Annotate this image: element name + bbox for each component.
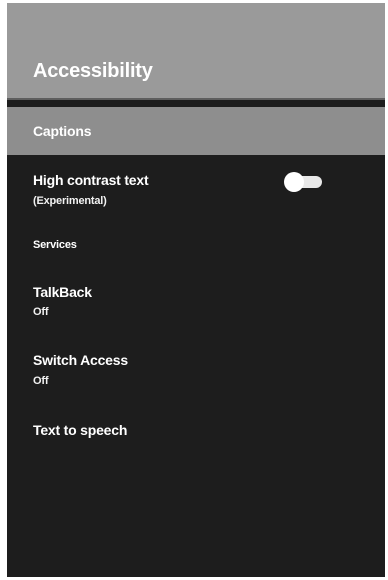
high-contrast-text-item[interactable]: High contrast text (Experimental)	[7, 171, 385, 211]
talkback-item[interactable]: TalkBack Off	[7, 283, 385, 323]
switch-access-label: Switch Access	[33, 352, 128, 368]
high-contrast-toggle[interactable]	[284, 172, 322, 192]
captions-label: Captions	[33, 123, 92, 139]
toggle-thumb	[284, 172, 304, 192]
talkback-label: TalkBack	[33, 284, 92, 300]
text-to-speech-item[interactable]: Text to speech	[7, 421, 385, 445]
accessibility-settings-screen: Accessibility Captions High contrast tex…	[7, 3, 385, 577]
services-section-header: Services	[33, 239, 77, 251]
page-title: Accessibility	[33, 60, 153, 82]
high-contrast-text-label: High contrast text	[33, 172, 149, 188]
high-contrast-text-sublabel: (Experimental)	[33, 195, 107, 207]
captions-item[interactable]: Captions	[7, 107, 385, 155]
switch-access-item[interactable]: Switch Access Off	[7, 351, 385, 391]
switch-access-status: Off	[33, 375, 49, 387]
text-to-speech-label: Text to speech	[33, 422, 128, 438]
header: Accessibility	[7, 3, 385, 100]
talkback-status: Off	[33, 306, 49, 318]
